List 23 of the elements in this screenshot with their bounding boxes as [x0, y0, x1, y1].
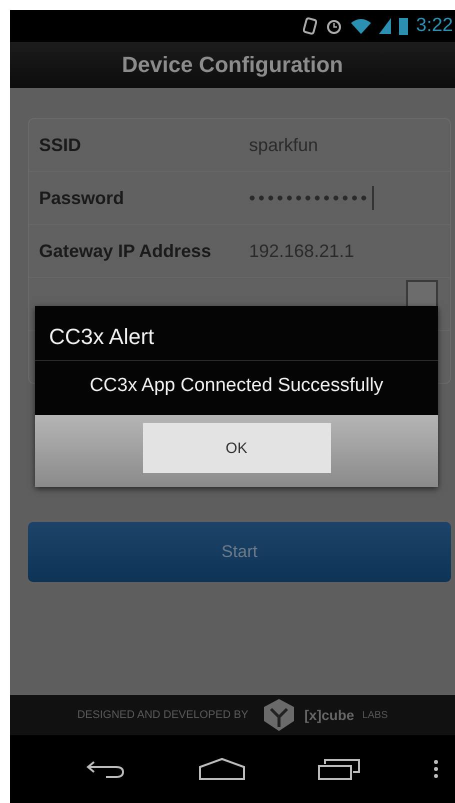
brand-name: [x]cube [304, 707, 354, 723]
field-label: Gateway IP Address [39, 240, 212, 262]
signal-icon [379, 18, 392, 34]
field-label: Password [39, 188, 126, 208]
battery-icon [399, 17, 408, 35]
dialog-message: CC3x App Connected Successfully [88, 374, 384, 398]
credit-text: DESIGNED AND DEVELOPED BY [77, 709, 248, 721]
rotation-icon [303, 17, 318, 35]
ok-button[interactable]: OK [142, 423, 330, 473]
wifi-icon [351, 18, 372, 34]
recent-apps-icon[interactable] [317, 757, 362, 781]
brand-suffix: LABS [362, 710, 388, 720]
dialog-title: CC3x Alert [35, 306, 438, 361]
input-field[interactable]: ••••••••••••• [249, 186, 374, 210]
back-icon[interactable] [86, 759, 126, 779]
more-icon[interactable] [433, 759, 440, 779]
status-time: 3:22 [416, 15, 453, 37]
alarm-icon [325, 17, 344, 35]
start-button[interactable]: Start [28, 522, 451, 582]
field-label: SSID [39, 134, 82, 156]
home-icon[interactable] [198, 757, 246, 781]
screen-title: Device Configuration [122, 52, 344, 78]
cube-logo-icon [262, 697, 296, 733]
